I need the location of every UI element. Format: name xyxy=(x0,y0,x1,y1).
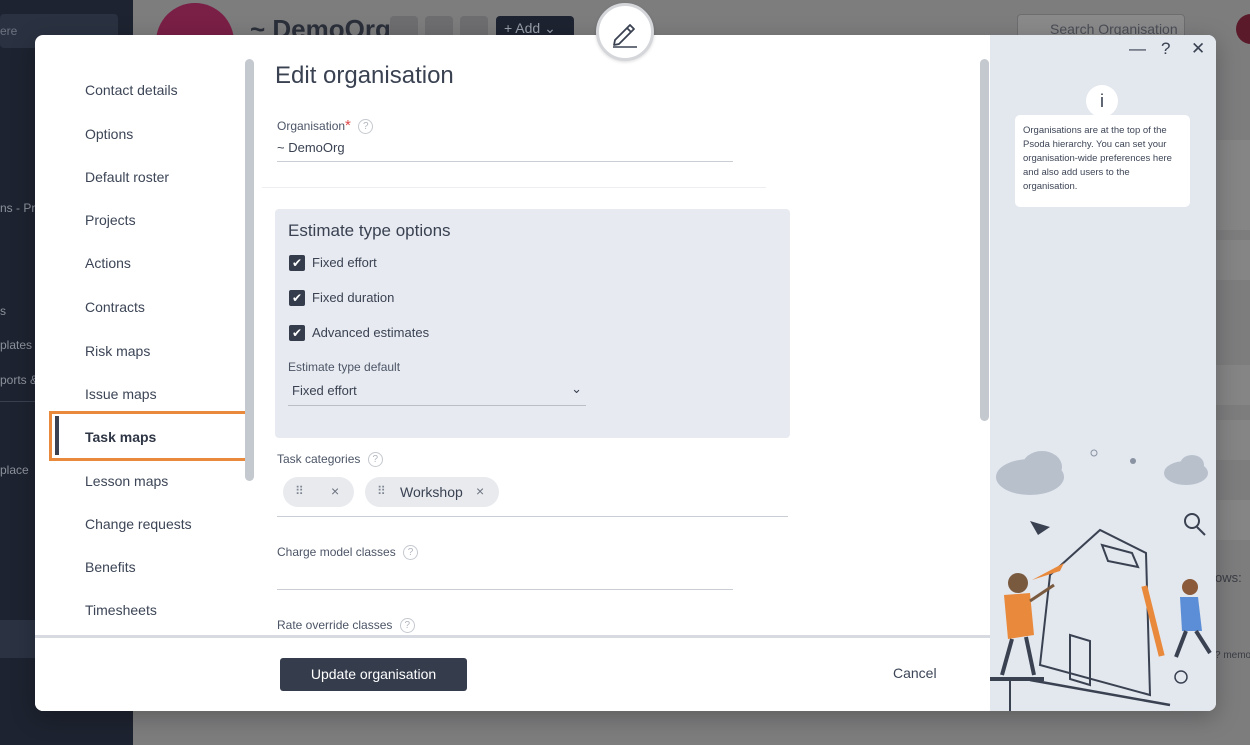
task-categories-label: Task categories ? xyxy=(277,452,383,468)
estimate-default-value: Fixed effort xyxy=(292,383,357,398)
drag-handle-icon[interactable]: ⠿ xyxy=(377,484,386,498)
info-icon: i xyxy=(1086,85,1118,117)
help-text-bubble: Organisations are at the top of the Psod… xyxy=(1015,115,1190,207)
help-icon[interactable]: ? xyxy=(403,545,419,561)
background-sidebar-text: ports & xyxy=(0,373,39,387)
remove-chip-icon[interactable]: × xyxy=(476,483,484,499)
chevron-down-icon: ⌄ xyxy=(571,381,582,396)
organisation-name-input[interactable]: ~ DemoOrg xyxy=(277,140,345,155)
content-scrollbar[interactable] xyxy=(980,59,989,421)
advanced-estimates-label: Advanced estimates xyxy=(312,325,430,340)
help-icon[interactable]: ? xyxy=(367,452,383,468)
nav-item-default-roster[interactable]: Default roster xyxy=(85,169,169,185)
nav-item-issue-maps[interactable]: Issue maps xyxy=(85,386,157,402)
background-panel xyxy=(1215,420,1250,460)
help-icon[interactable]: ? xyxy=(1161,39,1170,59)
task-category-chip[interactable]: ⠿ × xyxy=(283,477,354,507)
background-panel xyxy=(1215,240,1250,280)
fixed-effort-checkbox[interactable]: ✔ xyxy=(289,255,305,271)
cancel-button[interactable]: Cancel xyxy=(893,665,937,681)
organisation-label: Organisation* ? xyxy=(277,117,374,135)
update-organisation-button[interactable]: Update organisation xyxy=(280,658,467,691)
nav-item-timesheets[interactable]: Timesheets xyxy=(85,602,157,618)
required-marker: * xyxy=(345,117,351,134)
form-content: Edit organisation Organisation* ? ~ Demo… xyxy=(256,35,990,635)
background-text: ? memo xyxy=(1215,650,1250,661)
background-panel xyxy=(1215,140,1250,230)
advanced-estimates-checkbox[interactable]: ✔ xyxy=(289,325,305,341)
charge-model-input[interactable] xyxy=(277,589,733,590)
nav-item-contracts[interactable]: Contracts xyxy=(85,299,145,315)
estimate-type-options-panel: Estimate type options ✔ Fixed effort ✔ F… xyxy=(275,209,790,438)
nav-item-lesson-maps[interactable]: Lesson maps xyxy=(85,473,168,489)
edit-pencil-badge xyxy=(596,3,654,61)
task-categories-underline xyxy=(277,516,788,517)
nav-scrollbar[interactable] xyxy=(245,59,254,481)
active-nav-indicator xyxy=(55,416,59,455)
help-panel: — ? ✕ i Organisations are at the top of … xyxy=(990,35,1216,711)
nav-item-risk-maps[interactable]: Risk maps xyxy=(85,343,150,359)
estimate-panel-title: Estimate type options xyxy=(288,221,451,240)
section-divider xyxy=(262,187,766,188)
estimate-default-label: Estimate type default xyxy=(288,360,401,374)
pencil-icon xyxy=(613,24,637,48)
help-icon[interactable]: ? xyxy=(399,618,415,634)
nav-item-options[interactable]: Options xyxy=(85,126,133,142)
remove-chip-icon[interactable]: × xyxy=(331,483,339,499)
background-panel xyxy=(1215,365,1250,405)
background-sidebar-text: s xyxy=(0,304,6,318)
modal-footer: Update organisation Cancel xyxy=(35,635,990,711)
fixed-duration-label: Fixed duration xyxy=(312,290,395,305)
fixed-effort-label: Fixed effort xyxy=(312,255,377,270)
nav-item-projects[interactable]: Projects xyxy=(85,212,136,228)
background-sidebar-text: plates xyxy=(0,338,33,352)
estimate-default-select[interactable]: Fixed effort ⌄ xyxy=(288,378,586,406)
nav-item-benefits[interactable]: Benefits xyxy=(85,559,136,575)
nav-item-change-requests[interactable]: Change requests xyxy=(85,516,192,532)
modal-title: Edit organisation xyxy=(275,62,454,89)
background-sidebar-text: place xyxy=(0,463,29,477)
help-icon[interactable]: ? xyxy=(358,119,374,135)
charge-model-classes-label: Charge model classes ? xyxy=(277,545,419,561)
drag-handle-icon[interactable]: ⠿ xyxy=(295,484,304,498)
background-panel xyxy=(1215,500,1250,540)
edit-organisation-modal: Contact details Options Default roster P… xyxy=(35,35,1216,711)
close-icon[interactable]: ✕ xyxy=(1191,39,1205,59)
illustration xyxy=(990,449,1212,711)
task-category-label: Workshop xyxy=(400,484,463,500)
minimize-icon[interactable]: — xyxy=(1129,39,1146,59)
organisation-input-underline xyxy=(277,161,733,162)
task-category-chip[interactable]: ⠿ Workshop × xyxy=(365,477,499,507)
rate-override-classes-label: Rate override classes ? xyxy=(277,618,415,634)
nav-item-task-maps[interactable]: Task maps xyxy=(85,429,156,445)
background-text: ows: xyxy=(1215,570,1242,585)
fixed-duration-checkbox[interactable]: ✔ xyxy=(289,290,305,306)
nav-item-actions[interactable]: Actions xyxy=(85,255,131,271)
section-nav: Contact details Options Default roster P… xyxy=(35,35,256,635)
nav-item-contact-details[interactable]: Contact details xyxy=(85,82,178,98)
